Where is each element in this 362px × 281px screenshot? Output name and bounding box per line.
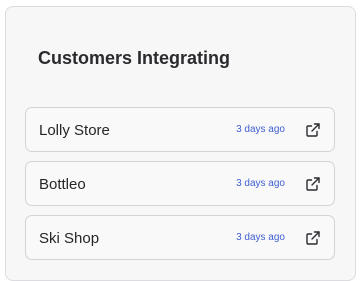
customer-list: Lolly Store 3 days ago Bottleo 3 days ag…	[25, 107, 335, 269]
external-link-icon[interactable]	[305, 230, 321, 246]
external-link-icon[interactable]	[305, 122, 321, 138]
customer-time: 3 days ago	[236, 178, 285, 189]
list-item[interactable]: Lolly Store 3 days ago	[25, 107, 335, 152]
customers-integrating-panel: Customers Integrating Lolly Store 3 days…	[5, 6, 356, 281]
list-item[interactable]: Bottleo 3 days ago	[25, 161, 335, 206]
list-item[interactable]: Ski Shop 3 days ago	[25, 215, 335, 260]
customer-name: Lolly Store	[39, 122, 110, 139]
customer-name: Bottleo	[39, 176, 86, 193]
external-link-icon[interactable]	[305, 176, 321, 192]
panel-title: Customers Integrating	[38, 48, 231, 68]
customer-time: 3 days ago	[236, 124, 285, 135]
customer-time: 3 days ago	[236, 232, 285, 243]
customer-name: Ski Shop	[39, 230, 100, 247]
